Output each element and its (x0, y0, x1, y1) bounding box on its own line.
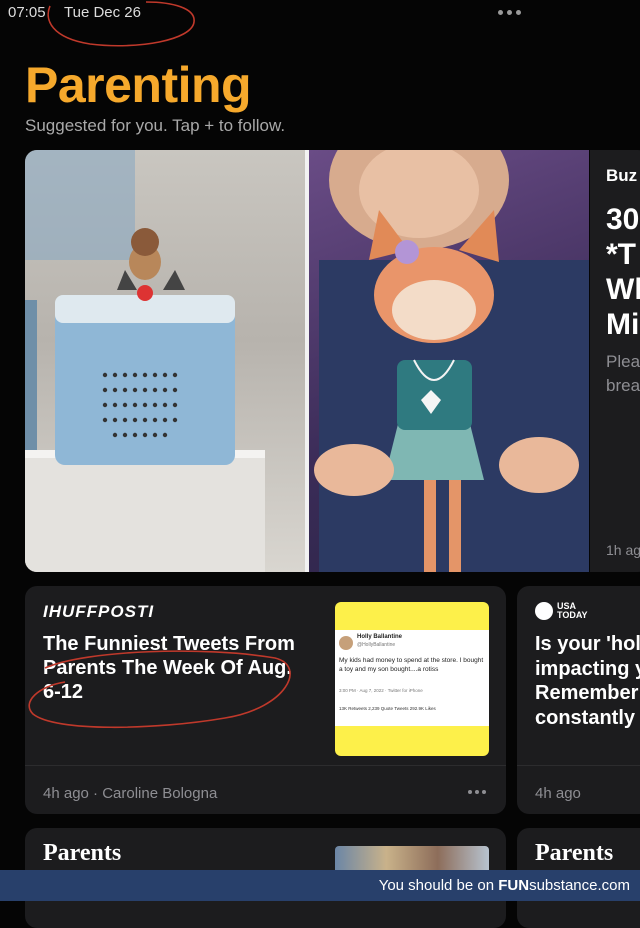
more-options-icon[interactable] (468, 790, 486, 794)
usatoday-time: 4h ago (535, 785, 581, 802)
watermark-prefix: You should be on (378, 877, 499, 894)
watermark-text: You should be on FUNsubstance.com (379, 877, 630, 894)
hero-photo-toniebox (25, 150, 305, 572)
watermark-brand-rest: substance (529, 877, 598, 894)
article-thumbnail-tweet: Holly Ballantine @HollyBallantine My kid… (335, 602, 489, 756)
watermark-brand-fun: FUN (498, 877, 530, 894)
hero-photo-fox-doll (309, 150, 589, 572)
status-date: Tue Dec 26 (64, 4, 141, 21)
hero-image[interactable] (25, 150, 589, 572)
status-time: 07:05 (8, 4, 46, 21)
page-subtitle: Suggested for you. Tap + to follow. (25, 116, 286, 135)
multitasking-dots-icon[interactable] (498, 10, 521, 15)
usatoday-wordmark: USA TODAY (557, 601, 588, 620)
huffpost-logo: IHUFFPOSTI (43, 602, 155, 621)
watermark-suffix: .com (597, 877, 630, 894)
side-article-summary: Plea brea (606, 352, 640, 395)
tweet-author-name: Holly Ballantine (357, 634, 403, 640)
tweet-text: My kids had money to spend at the store.… (339, 657, 484, 673)
tweet-author-handle: @HollyBallantine (357, 642, 396, 648)
usatoday-headline: Is your 'holi impacting y Remember const… (535, 633, 640, 729)
side-article-headline: 30 *T Wl Mi (606, 203, 640, 341)
card-footer-divider (517, 765, 640, 766)
usatoday-article-card[interactable]: USA TODAY Is your 'holi impacting y Reme… (517, 586, 640, 814)
tweet-avatar (339, 636, 353, 650)
watermark-banner: You should be on FUNsubstance.com (0, 870, 640, 901)
usatoday-logo: USA TODAY (535, 602, 588, 620)
card-footer-divider (25, 765, 506, 766)
tweet-screenshot: Holly Ballantine @HollyBallantine My kid… (335, 630, 489, 726)
side-article-card[interactable]: Buz 30 *T Wl Mi Plea brea 1h ag (590, 150, 640, 572)
side-article-source: Buz (606, 166, 638, 185)
article-byline: 4h ago · Caroline Bologna (43, 785, 218, 802)
parents-logo: Parents (43, 840, 122, 866)
side-article-time: 1h ag (606, 542, 640, 558)
article-headline: The Funniest Tweets From Parents The Wee… (43, 633, 295, 703)
page-title: Parenting (25, 57, 252, 113)
tweet-meta: 3:00 PM · Aug 7, 2022 · Twitter for iPho… (339, 688, 423, 693)
parents-logo-2: Parents (535, 840, 614, 866)
huffpost-article-card[interactable]: IHUFFPOSTI The Funniest Tweets From Pare… (25, 586, 506, 814)
tweet-stats: 13K Retweets 2,239 Quote Tweets 292.9K L… (339, 706, 436, 711)
usatoday-circle-icon (535, 602, 553, 620)
